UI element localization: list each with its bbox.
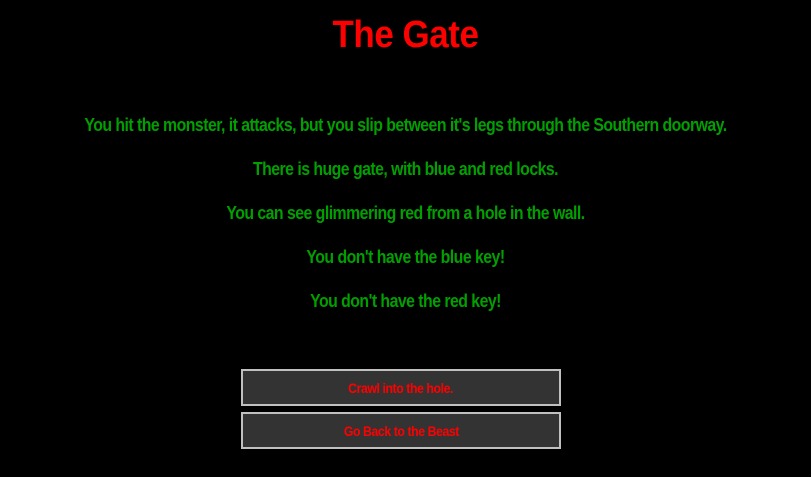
story-line: You hit the monster, it attacks, but you… — [84, 115, 727, 135]
story-line: You can see glimmering red from a hole i… — [226, 203, 585, 223]
scene-title: The Gate — [332, 14, 479, 56]
choice-list: Crawl into the hole. Go Back to the Beas… — [241, 369, 561, 455]
story-line: You don't have the red key! — [310, 291, 501, 311]
choice-label: Crawl into the hole. — [348, 379, 454, 396]
story-line: You don't have the blue key! — [306, 247, 505, 267]
choice-label: Go Back to the Beast — [343, 422, 459, 439]
story-line: There is huge gate, with blue and red lo… — [252, 159, 559, 179]
crawl-into-hole-button[interactable]: Crawl into the hole. — [241, 369, 561, 406]
story-text: You hit the monster, it attacks, but you… — [0, 113, 811, 333]
go-back-to-beast-button[interactable]: Go Back to the Beast — [241, 412, 561, 449]
